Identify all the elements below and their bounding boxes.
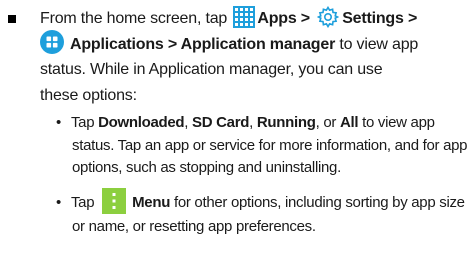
sub2-rest: for other options, including sorting by … (170, 194, 465, 211)
sub2-line-2: or name, or resetting app preferences. (72, 218, 316, 235)
running-label: Running (256, 114, 316, 131)
line1-text: From the home screen, tap (40, 10, 232, 27)
sd-card-label: SD Card (192, 114, 250, 131)
apps-label: Apps (257, 10, 297, 27)
sub1-rest: to view app (358, 114, 435, 131)
instruction-page: From the home screen, tap Apps > Setting… (0, 0, 473, 266)
sub2-line-1: • Tap Menu for other options, including s… (56, 188, 468, 216)
sub1-line-2: status. Tap an app or service for more i… (72, 136, 468, 154)
menu-icon (102, 188, 127, 215)
line2-text: to view app (335, 35, 419, 53)
main-line-1: From the home screen, tap Apps > Setting… (40, 5, 468, 32)
sub2-pre: Tap (70, 194, 99, 211)
applications-path-label: Applications > Application manager (70, 35, 336, 53)
apps-grid-icon (233, 5, 256, 28)
separator: > (403, 10, 418, 27)
downloaded-label: Downloaded (98, 114, 185, 131)
all-label: All (339, 114, 359, 131)
main-line-2: Applications > Application manager to vi… (40, 30, 468, 58)
or-text: , or (315, 114, 340, 131)
sub1-pre: Tap (70, 114, 99, 131)
sub-bullet-tabs: • Tap Downloaded, SD Card, Running, or Al… (56, 112, 468, 180)
applications-icon (40, 30, 64, 55)
sub1-line-1: • Tap Downloaded, SD Card, Running, or Al… (56, 112, 468, 135)
main-line-4: these options: (40, 86, 137, 104)
separator: > (296, 10, 315, 27)
comma: , (184, 114, 193, 131)
settings-label: Settings (342, 10, 404, 27)
comma: , (249, 114, 257, 131)
sub1-line-3: options, such as stopping and uninstalli… (72, 159, 341, 176)
sub-bullet-dot: • (56, 114, 61, 131)
sub-bullet-menu: • Tap Menu for other options, including s… (56, 188, 468, 239)
main-instruction: From the home screen, tap Apps > Setting… (40, 5, 468, 108)
settings-gear-icon (317, 5, 340, 28)
menu-label: Menu (132, 194, 171, 211)
sub-bullet-dot: • (56, 194, 61, 211)
bullet-square (8, 15, 16, 23)
main-line-3: status. While in Application manager, yo… (40, 61, 383, 78)
